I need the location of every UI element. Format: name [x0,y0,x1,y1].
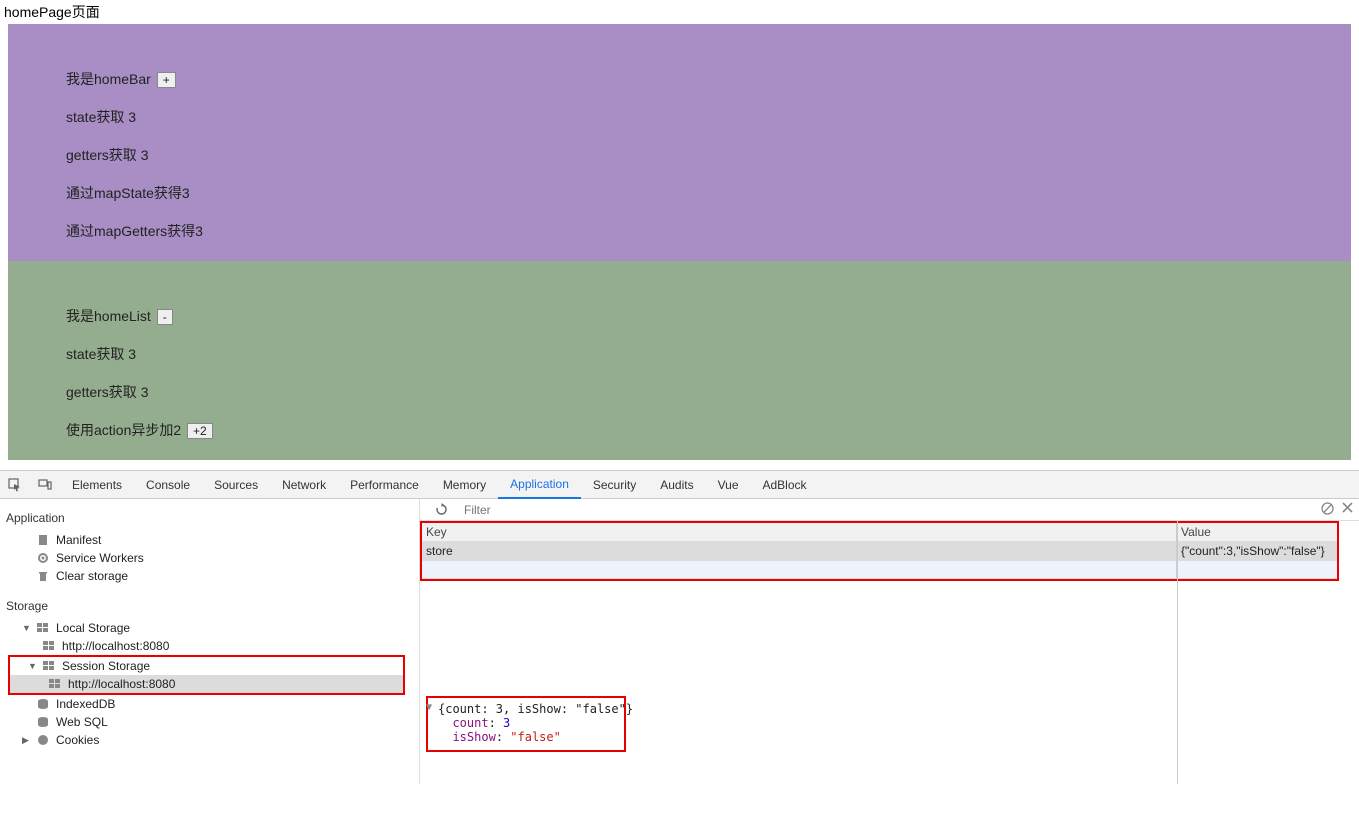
kv-row-store[interactable]: store {"count":3,"isShow":"false"} [422,542,1337,561]
homelist-action-row: 使用action异步加2 +2 [66,420,1351,440]
kv-table-highlight: Key Value store {"count":3,"isShow":"fal… [420,521,1339,581]
kv-header-key[interactable]: Key [422,523,1177,542]
storage-icon [48,678,62,690]
kv-row-empty[interactable] [422,561,1337,579]
sidebar-label: Manifest [56,533,101,547]
homelist-panel: 我是homeList - state获取 3 getters获取 3 使用act… [8,261,1351,460]
device-icon[interactable] [36,476,54,494]
kv-cell-value: {"count":3,"isShow":"false"} [1177,542,1337,561]
sidebar-label: Local Storage [56,621,130,635]
homebar-title: 我是homeBar [66,71,151,87]
sidebar-label: Web SQL [56,715,108,729]
plus-button[interactable]: + [157,72,176,88]
json-line-1: {count: 3, isShow: "false"} [438,702,614,716]
plus2-button[interactable]: +2 [187,423,213,439]
manifest-icon [36,534,50,546]
sidebar-item-clear-storage[interactable]: Clear storage [4,567,415,585]
tab-audits[interactable]: Audits [648,472,705,498]
storage-icon [42,640,56,652]
sidebar-item-cookies[interactable]: ▶ Cookies [4,731,415,749]
sidebar-label: IndexedDB [56,697,115,711]
sidebar-header-application: Application [6,511,413,525]
gear-icon [36,552,50,564]
sidebar-header-storage: Storage [6,599,413,613]
sidebar-label: Clear storage [56,569,128,583]
storage-icon [42,660,56,672]
tab-network[interactable]: Network [270,472,338,498]
devtools-panel: Elements Console Sources Network Perform… [0,470,1359,784]
tab-console[interactable]: Console [134,472,202,498]
sidebar-label: http://localhost:8080 [68,677,175,691]
homelist-title: 我是homeList [66,308,151,324]
sidebar-item-websql[interactable]: Web SQL [4,713,415,731]
minus-button[interactable]: - [157,309,173,325]
homelist-action-label: 使用action异步加2 [66,422,181,438]
refresh-icon[interactable] [432,501,450,519]
kv-cell-key: store [422,542,1177,561]
devtools-body: Application Manifest Service Workers Cle… [0,499,1359,784]
filter-bar [420,499,1359,521]
homebar-mapgetters: 通过mapGetters获得3 [66,221,1351,241]
chevron-right-icon: ▶ [22,735,30,746]
json-line-3: isShow: "false" [438,730,614,744]
tab-sources[interactable]: Sources [202,472,270,498]
tab-application[interactable]: Application [498,471,581,499]
sidebar-item-local-storage[interactable]: ▼ Local Storage [4,619,415,637]
storage-main: Key Value store {"count":3,"isShow":"fal… [420,499,1359,784]
sidebar-item-session-storage[interactable]: ▼ Session Storage [10,657,403,675]
tab-vue[interactable]: Vue [706,472,751,498]
page-title: homePage页面 [0,0,1359,24]
sidebar-item-local-host[interactable]: http://localhost:8080 [4,637,415,655]
json-preview-highlight: ▼ {count: 3, isShow: "false"} count: 3 i… [426,696,626,752]
sidebar-item-session-host[interactable]: http://localhost:8080 [10,675,403,693]
sidebar-item-service-workers[interactable]: Service Workers [4,549,415,567]
filter-input[interactable] [464,503,1313,517]
sidebar-label: Cookies [56,733,99,747]
sidebar-label: http://localhost:8080 [62,639,169,653]
json-line-2: count: 3 [438,716,614,730]
database-icon [36,716,50,728]
kv-header-value[interactable]: Value [1177,523,1337,542]
storage-icon [36,622,50,634]
database-icon [36,698,50,710]
trash-icon [36,570,50,582]
column-divider[interactable] [1177,521,1178,784]
homelist-getters: getters获取 3 [66,382,1351,402]
inspect-icon[interactable] [6,476,24,494]
tab-adblock[interactable]: AdBlock [751,472,819,498]
homelist-title-row: 我是homeList - [66,306,1351,326]
homelist-state: state获取 3 [66,344,1351,364]
homebar-title-row: 我是homeBar + [66,69,1351,89]
tab-security[interactable]: Security [581,472,648,498]
tab-elements[interactable]: Elements [60,472,134,498]
clear-icon[interactable] [1321,502,1334,518]
sidebar-item-manifest[interactable]: Manifest [4,531,415,549]
sidebar-label: Service Workers [56,551,144,565]
highlight-session-storage: ▼ Session Storage http://localhost:8080 [8,655,405,695]
homebar-panel: 我是homeBar + state获取 3 getters获取 3 通过mapS… [8,24,1351,261]
sidebar-label: Session Storage [62,659,150,673]
chevron-down-icon: ▼ [22,623,30,633]
cookie-icon [36,734,50,746]
homebar-getters: getters获取 3 [66,145,1351,165]
chevron-down-icon: ▼ [28,661,36,671]
application-sidebar: Application Manifest Service Workers Cle… [0,499,420,784]
tab-performance[interactable]: Performance [338,472,431,498]
devtools-tab-bar: Elements Console Sources Network Perform… [0,471,1359,499]
tab-memory[interactable]: Memory [431,472,498,498]
kv-header: Key Value [422,523,1337,542]
close-icon[interactable] [1342,502,1353,518]
sidebar-item-indexeddb[interactable]: IndexedDB [4,695,415,713]
homebar-state: state获取 3 [66,107,1351,127]
homebar-mapstate: 通过mapState获得3 [66,183,1351,203]
chevron-down-icon[interactable]: ▼ [426,702,432,713]
